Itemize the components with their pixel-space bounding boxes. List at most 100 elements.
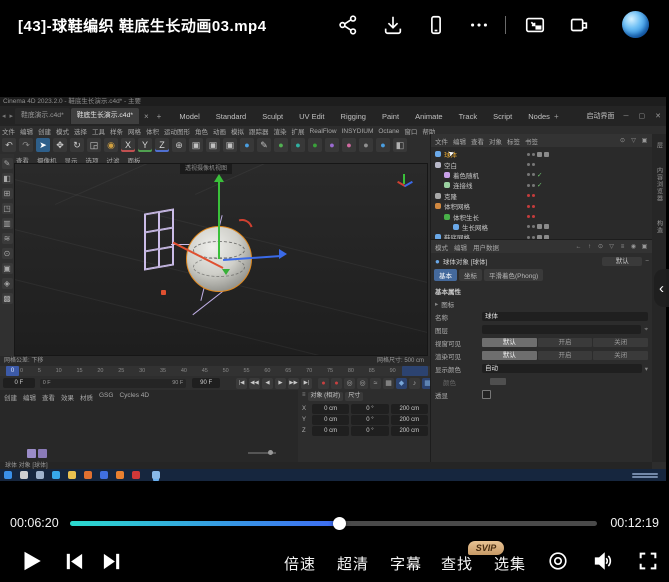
- om-menu-item[interactable]: 文件: [435, 136, 448, 146]
- viewport-3d[interactable]: 透视摄像机视图: [14, 163, 428, 356]
- am-menu-item[interactable]: 用户数据: [473, 242, 499, 252]
- om-menu-item[interactable]: 标签: [507, 136, 520, 146]
- transport-button[interactable]: ◀◀: [249, 378, 260, 389]
- video-frame[interactable]: Cinema 4D 2023.2.0 - 鞋底生长演示.c4d* - 主要 ◂ …: [0, 50, 669, 510]
- layout-tab[interactable]: Animate: [415, 112, 443, 121]
- transport-button[interactable]: |◀: [236, 378, 247, 389]
- om-header-icon[interactable]: ▣: [640, 136, 649, 145]
- om-header-icon[interactable]: ⊙: [618, 136, 627, 145]
- coordinate-field[interactable]: 200 cm: [391, 415, 428, 425]
- episode-drawer-handle[interactable]: ‹: [654, 269, 669, 307]
- toolbar-icon[interactable]: ➤: [36, 138, 50, 152]
- coordinate-field[interactable]: 0 °: [351, 404, 388, 414]
- menu-item[interactable]: 文件: [2, 126, 15, 136]
- next-button[interactable]: [101, 550, 124, 573]
- toolbar-icon[interactable]: ↶: [2, 138, 16, 152]
- coordinate-field[interactable]: 0 cm: [312, 426, 349, 436]
- am-header-icon[interactable]: ↑: [585, 242, 594, 251]
- menu-item[interactable]: 扩展: [292, 126, 305, 136]
- tristate-on[interactable]: 开启: [538, 338, 593, 347]
- tristate-on[interactable]: 开启: [538, 351, 593, 360]
- quality-button[interactable]: 超清: [337, 553, 369, 574]
- object-tree-item[interactable]: 连接线✓: [431, 180, 652, 190]
- am-header-icon[interactable]: ≡: [618, 242, 627, 251]
- left-tool-icon[interactable]: ◈: [2, 278, 13, 289]
- toolbar-icon[interactable]: ✎: [257, 138, 271, 152]
- record-icon[interactable]: ◎: [344, 378, 355, 389]
- toolbar-icon[interactable]: ●: [240, 138, 254, 152]
- name-input[interactable]: 球体: [482, 312, 648, 321]
- cast-to-phone-icon[interactable]: [425, 14, 447, 36]
- taskbar-app-edge[interactable]: [52, 471, 60, 479]
- miniplayer-ring-icon[interactable]: [547, 550, 569, 572]
- left-tool-icon[interactable]: ⊙: [2, 248, 13, 259]
- om-menu-item[interactable]: 书签: [525, 136, 538, 146]
- record-icon[interactable]: ♪: [409, 378, 420, 389]
- more-icon[interactable]: [468, 14, 490, 36]
- layout-tab[interactable]: Nodes: [528, 112, 550, 121]
- coordinate-field[interactable]: 200 cm: [391, 426, 428, 436]
- am-header-icon[interactable]: ←: [574, 242, 583, 251]
- left-tool-icon[interactable]: ⊞: [2, 188, 13, 199]
- z-axis-arrow[interactable]: [279, 249, 287, 259]
- toolbar-icon[interactable]: ●: [274, 138, 288, 152]
- object-name[interactable]: 克隆: [444, 191, 457, 201]
- current-frame-field[interactable]: 0 F: [3, 378, 35, 388]
- previous-button[interactable]: [62, 550, 85, 573]
- menu-item[interactable]: 渲染: [274, 126, 287, 136]
- coordinate-field[interactable]: 0 °: [351, 426, 388, 436]
- toolbar-icon[interactable]: ◉: [104, 138, 118, 152]
- tab-back-icon[interactable]: ◂: [2, 112, 6, 120]
- om-header-icon[interactable]: ▽: [629, 136, 638, 145]
- timeline-ruler[interactable]: 051015202530354045505560657075808590 0: [0, 366, 430, 376]
- toolbar-icon[interactable]: ▣: [206, 138, 220, 152]
- picture-in-picture-icon[interactable]: [524, 14, 546, 36]
- object-tree-item[interactable]: 克隆: [431, 191, 652, 201]
- tab-basic[interactable]: 基本: [434, 269, 457, 281]
- tristate-off[interactable]: 关闭: [593, 351, 648, 360]
- material-menu-item[interactable]: 创建: [4, 392, 17, 402]
- am-header-icon[interactable]: ▣: [640, 242, 649, 251]
- toolbar-icon[interactable]: ✥: [53, 138, 67, 152]
- progress-handle[interactable]: [333, 517, 346, 530]
- toolbar-icon[interactable]: ↷: [19, 138, 33, 152]
- x-axis-handle[interactable]: [161, 290, 166, 295]
- layout-add-icon[interactable]: +: [550, 112, 563, 121]
- subtitle-button[interactable]: 字幕: [390, 553, 422, 574]
- object-tree-item[interactable]: 生长网格: [431, 222, 652, 232]
- tab-coord[interactable]: 坐标: [459, 269, 482, 281]
- layer-picker-icon[interactable]: ⌖: [644, 326, 648, 334]
- left-tool-icon[interactable]: ≋: [2, 233, 13, 244]
- dock-tab[interactable]: 内容浏览器: [655, 167, 664, 202]
- taskbar-app-task-view[interactable]: [36, 471, 44, 479]
- toolbar-icon[interactable]: X: [121, 138, 135, 152]
- toolbar-icon[interactable]: ●: [291, 138, 305, 152]
- transport-button[interactable]: ◀: [262, 378, 273, 389]
- object-name[interactable]: 空白: [444, 160, 457, 170]
- menu-item[interactable]: 创建: [38, 126, 51, 136]
- am-header-icon[interactable]: ▽: [607, 242, 616, 251]
- material-thumbnail[interactable]: [27, 449, 36, 458]
- record-icon[interactable]: ≈: [370, 378, 381, 389]
- record-icon[interactable]: ▦: [383, 378, 394, 389]
- material-menu-item[interactable]: 效果: [61, 392, 74, 402]
- coordinate-field[interactable]: 0 cm: [312, 415, 349, 425]
- layout-tab[interactable]: Sculpt: [262, 112, 283, 121]
- scale-handle[interactable]: [222, 269, 230, 275]
- share-icon[interactable]: [337, 14, 359, 36]
- object-name[interactable]: 连接线: [453, 180, 473, 190]
- menu-item[interactable]: 工具: [92, 126, 105, 136]
- layout-tab[interactable]: UV Edit: [299, 112, 324, 121]
- download-icon[interactable]: [382, 14, 404, 36]
- toolbar-icon[interactable]: ●: [376, 138, 390, 152]
- timeline-playhead[interactable]: 0: [6, 366, 19, 376]
- taskbar-app-app-red[interactable]: [132, 471, 140, 479]
- record-icon[interactable]: ◎: [357, 378, 368, 389]
- am-menu-item[interactable]: 模式: [435, 242, 448, 252]
- icon-row-label[interactable]: 图标: [441, 299, 485, 309]
- object-tree-item[interactable]: 着色随机✓: [431, 170, 652, 180]
- left-tool-icon[interactable]: ◳: [2, 203, 13, 214]
- toolbar-icon[interactable]: ◧: [393, 138, 407, 152]
- menu-item[interactable]: 跟踪器: [249, 126, 269, 136]
- transport-button[interactable]: ▶: [275, 378, 286, 389]
